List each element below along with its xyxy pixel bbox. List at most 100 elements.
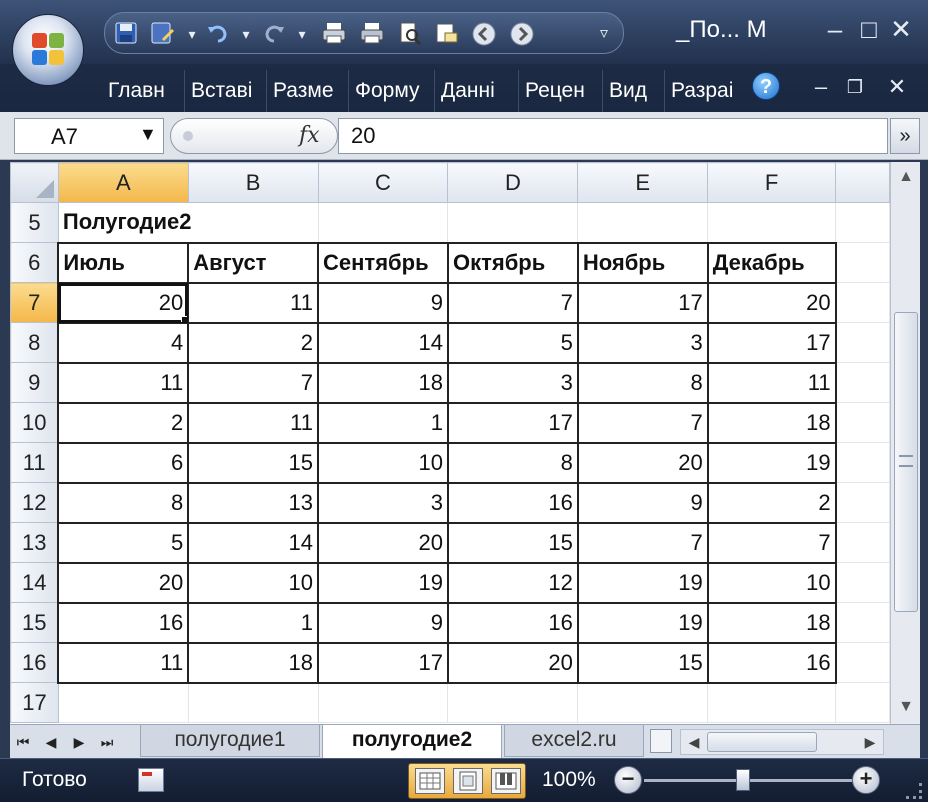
undo-icon[interactable] bbox=[205, 21, 231, 47]
month-header-cell[interactable]: Август bbox=[187, 241, 320, 284]
data-cell[interactable]: 16 bbox=[446, 601, 579, 644]
month-header-cell[interactable]: Декабрь bbox=[706, 241, 837, 284]
column-header-b[interactable]: B bbox=[187, 162, 319, 203]
data-cell[interactable]: 2 bbox=[706, 481, 837, 524]
cell[interactable] bbox=[835, 402, 890, 443]
next-sheet-icon[interactable]: ▶ bbox=[68, 729, 90, 755]
forward-icon[interactable] bbox=[509, 21, 535, 47]
row-header[interactable]: 13 bbox=[10, 522, 59, 563]
normal-view-icon[interactable] bbox=[415, 768, 445, 794]
data-cell[interactable]: 18 bbox=[317, 361, 449, 404]
vertical-scroll-thumb[interactable] bbox=[894, 312, 918, 612]
cell[interactable] bbox=[577, 202, 709, 243]
data-cell[interactable]: 14 bbox=[317, 321, 449, 364]
data-cell[interactable]: 8 bbox=[57, 481, 190, 524]
last-sheet-icon[interactable]: ⏭ bbox=[96, 729, 118, 755]
data-cell[interactable]: 7 bbox=[576, 521, 709, 564]
data-cell[interactable]: 14 bbox=[187, 521, 320, 564]
data-cell[interactable]: 11 bbox=[57, 361, 190, 404]
data-cell[interactable]: 13 bbox=[187, 481, 320, 524]
tab-data[interactable]: Данні bbox=[434, 70, 514, 112]
month-header-cell[interactable]: Ноябрь bbox=[576, 241, 709, 284]
window-close-button[interactable]: ✕ bbox=[884, 14, 918, 44]
tab-view[interactable]: Вид bbox=[602, 70, 662, 112]
data-cell[interactable]: 11 bbox=[706, 361, 837, 404]
data-cell[interactable]: 3 bbox=[576, 321, 709, 364]
data-cell[interactable]: 18 bbox=[706, 601, 837, 644]
data-cell[interactable]: 18 bbox=[706, 401, 837, 444]
data-cell[interactable]: 19 bbox=[576, 601, 709, 644]
cell[interactable] bbox=[835, 522, 890, 563]
save-as-dropdown-icon[interactable]: ▾ bbox=[179, 21, 205, 47]
expand-formula-bar-icon[interactable]: » bbox=[890, 118, 920, 154]
sheet-title-cell[interactable]: Полугодие2 bbox=[57, 202, 319, 243]
column-header-g[interactable] bbox=[835, 162, 890, 203]
help-icon[interactable]: ? bbox=[752, 72, 780, 100]
undo-dropdown-icon[interactable]: ▾ bbox=[233, 21, 259, 47]
tab-home[interactable]: Главн bbox=[102, 70, 180, 112]
tab-formulas[interactable]: Форму bbox=[348, 70, 430, 112]
tab-page-layout[interactable]: Разме bbox=[266, 70, 344, 112]
redo-dropdown-icon[interactable]: ▾ bbox=[289, 21, 315, 47]
data-cell[interactable]: 15 bbox=[446, 521, 579, 564]
data-cell[interactable]: 8 bbox=[576, 361, 709, 404]
cell[interactable] bbox=[57, 682, 189, 723]
data-cell[interactable]: 11 bbox=[187, 281, 320, 324]
data-cell[interactable]: 10 bbox=[187, 561, 320, 604]
save-as-icon[interactable] bbox=[149, 21, 175, 47]
column-header-e[interactable]: E bbox=[577, 162, 709, 203]
insert-function-icon[interactable]: fx bbox=[299, 123, 320, 148]
print-preview-icon[interactable] bbox=[397, 21, 423, 47]
data-cell[interactable]: 15 bbox=[187, 441, 320, 484]
data-cell[interactable]: 19 bbox=[706, 441, 837, 484]
row-header[interactable]: 8 bbox=[10, 322, 59, 363]
data-cell[interactable]: 15 bbox=[576, 641, 709, 684]
row-header[interactable]: 14 bbox=[10, 562, 59, 603]
name-box[interactable]: A7 ▼ bbox=[14, 118, 164, 154]
sheet-tab-2[interactable]: полугодие2 bbox=[322, 725, 502, 759]
zoom-level[interactable]: 100% bbox=[542, 768, 596, 792]
scroll-down-icon[interactable]: ▼ bbox=[893, 694, 919, 720]
cell[interactable] bbox=[835, 482, 890, 523]
data-cell[interactable]: 17 bbox=[576, 281, 709, 324]
scroll-left-icon[interactable]: ◀ bbox=[683, 730, 705, 754]
cell[interactable] bbox=[835, 642, 890, 683]
data-cell[interactable]: 20 bbox=[446, 641, 579, 684]
data-cell[interactable]: 12 bbox=[446, 561, 579, 604]
data-cell[interactable]: 7 bbox=[187, 361, 320, 404]
data-cell[interactable]: 17 bbox=[706, 321, 837, 364]
data-cell[interactable]: 10 bbox=[317, 441, 449, 484]
data-cell[interactable]: 6 bbox=[57, 441, 190, 484]
data-cell[interactable]: 7 bbox=[576, 401, 709, 444]
fill-handle[interactable] bbox=[181, 315, 187, 321]
month-header-cell[interactable]: Октябрь bbox=[446, 241, 579, 284]
data-cell[interactable]: 10 bbox=[706, 561, 837, 604]
office-button[interactable] bbox=[12, 14, 84, 86]
cell[interactable] bbox=[707, 202, 837, 243]
print-icon[interactable] bbox=[359, 21, 385, 47]
cell[interactable] bbox=[187, 682, 319, 723]
save-icon[interactable] bbox=[113, 21, 139, 47]
column-header-a[interactable]: A bbox=[57, 162, 189, 203]
splitter-handle-icon[interactable] bbox=[183, 131, 193, 141]
email-icon[interactable] bbox=[433, 21, 459, 47]
active-cell[interactable]: 20 bbox=[57, 281, 190, 324]
data-cell[interactable]: 7 bbox=[706, 521, 837, 564]
resize-grip-icon[interactable] bbox=[906, 783, 922, 799]
data-cell[interactable]: 9 bbox=[317, 281, 449, 324]
column-header-d[interactable]: D bbox=[447, 162, 579, 203]
row-header[interactable]: 9 bbox=[10, 362, 59, 403]
data-cell[interactable]: 8 bbox=[446, 441, 579, 484]
name-box-dropdown-icon[interactable]: ▼ bbox=[139, 124, 157, 145]
sheet-tab-3[interactable]: excel2.ru bbox=[504, 725, 644, 757]
cell[interactable] bbox=[835, 242, 890, 283]
first-sheet-icon[interactable]: ⏮ bbox=[12, 729, 34, 755]
tab-developer[interactable]: Разраі bbox=[664, 70, 744, 112]
row-header[interactable]: 6 bbox=[10, 242, 59, 283]
data-cell[interactable]: 19 bbox=[317, 561, 449, 604]
insert-sheet-icon[interactable] bbox=[650, 729, 672, 753]
row-header[interactable]: 17 bbox=[10, 682, 59, 723]
data-cell[interactable]: 11 bbox=[57, 641, 190, 684]
month-header-cell[interactable]: Июль bbox=[57, 241, 190, 284]
data-cell[interactable]: 16 bbox=[446, 481, 579, 524]
